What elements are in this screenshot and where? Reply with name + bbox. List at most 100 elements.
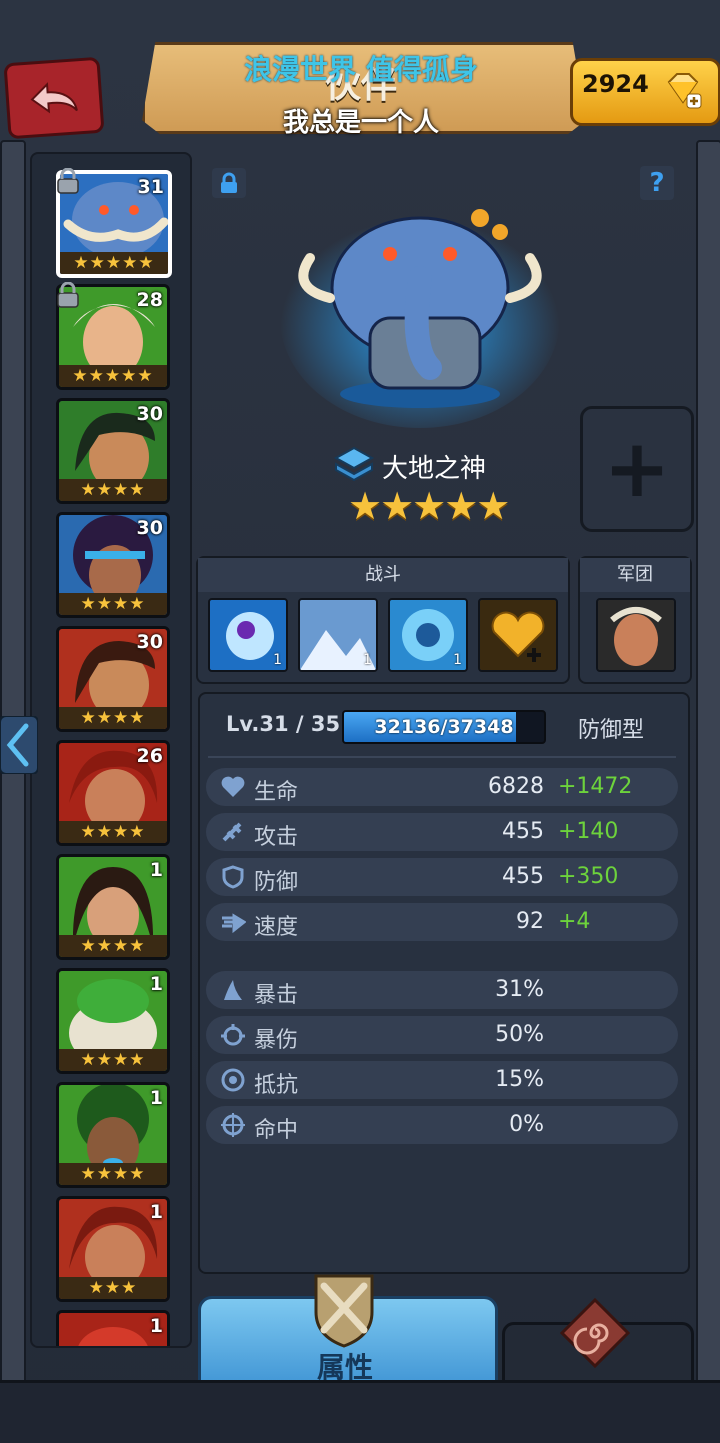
xp-progress-bar: 32136/37348: [342, 710, 546, 744]
stat-row-hp: 生命 6828 +1472: [206, 768, 678, 806]
hero-card[interactable]: 30 ★★★★: [56, 398, 170, 504]
stat-label: 生命: [254, 780, 299, 805]
skill-slot[interactable]: 1: [208, 598, 288, 672]
combat-section-title: 战斗: [198, 558, 568, 592]
skill-slot[interactable]: [478, 598, 558, 672]
gem-count: 2924: [582, 70, 649, 98]
hero-stars: ★★★★: [59, 707, 167, 729]
stat-value: 31%: [495, 977, 544, 1002]
skill-slot[interactable]: 1: [298, 598, 378, 672]
stat-label: 速度: [254, 915, 299, 940]
bottom-bar: [0, 1380, 720, 1443]
stat-row-attack: 攻击 455 +140: [206, 813, 678, 851]
add-equipment-slot[interactable]: +: [580, 406, 694, 532]
hero-level-text: Lv.31 / 35: [226, 712, 341, 736]
stat-label: 防御: [254, 870, 299, 895]
caption-overlay-bottom: 我总是一个人: [282, 108, 439, 138]
hero-card[interactable]: 30 ★★★★: [56, 512, 170, 618]
stat-value: 455: [502, 819, 544, 844]
stat-row-speed: 速度 92 +4: [206, 903, 678, 941]
collapse-list-arrow-icon[interactable]: [0, 716, 38, 774]
skill-level: 1: [363, 652, 372, 668]
stat-value: 15%: [495, 1067, 544, 1092]
hero-level: 26: [136, 745, 163, 767]
hero-model-elephant: [280, 208, 560, 428]
hero-stars: ★★★★★: [60, 252, 168, 274]
resist-icon: [221, 1068, 245, 1092]
legion-warrior-icon: [598, 600, 674, 670]
stat-row-crit-damage: 暴伤 50%: [206, 1016, 678, 1054]
stat-label: 暴击: [254, 983, 299, 1008]
help-button[interactable]: ?: [640, 166, 674, 200]
crit-icon: [224, 980, 242, 1000]
hero-stars: ★★★★: [59, 593, 167, 615]
stat-value: 50%: [495, 1022, 544, 1047]
hero-list[interactable]: 31 ★★★★★ 28 ★★★★★ 30 ★★★★ 30 ★★★★ 30 ★★★…: [30, 152, 192, 1348]
hero-name-row: 大地之神: [332, 446, 486, 486]
hero-level: 28: [136, 289, 163, 311]
hero-stars: ★★★★: [59, 1049, 167, 1071]
attack-icon: [222, 822, 242, 842]
hero-card[interactable]: 30 ★★★★: [56, 626, 170, 732]
hero-card[interactable]: 1 ★★★★: [56, 968, 170, 1074]
legion-section-title: 军团: [580, 558, 690, 592]
hero-role: 防御型: [578, 718, 645, 743]
lock-icon: [57, 282, 79, 308]
stat-bonus: +4: [558, 909, 591, 934]
stat-label: 抵抗: [254, 1073, 299, 1098]
hero-card[interactable]: 1 ★★★★: [56, 854, 170, 960]
legion-slot[interactable]: [596, 598, 676, 672]
hero-level: 30: [136, 517, 163, 539]
hero-level: 30: [136, 403, 163, 425]
heart-icon: [221, 776, 245, 797]
hero-card[interactable]: 1 ★★★: [56, 1196, 170, 1302]
hero-level: 1: [149, 1087, 163, 1109]
hero-stars: ★★★★: [59, 935, 167, 957]
lock-hero-button[interactable]: [212, 168, 246, 198]
accuracy-icon: [221, 1113, 245, 1137]
stat-label: 攻击: [254, 825, 299, 850]
stat-value: 455: [502, 864, 544, 889]
hero-level: 1: [149, 973, 163, 995]
hero-stars: ★★★★★: [59, 365, 167, 387]
hero-level: 31: [137, 176, 164, 198]
hero-level: 30: [136, 631, 163, 653]
skill-level: 1: [273, 652, 282, 668]
stat-bonus: +140: [558, 819, 619, 844]
lock-icon: [57, 168, 79, 194]
hero-level: 1: [149, 1315, 163, 1337]
back-arrow-icon: [30, 82, 78, 114]
lock-icon: [221, 172, 237, 193]
hero-stars: ★★★★: [59, 821, 167, 843]
stat-value: 6828: [488, 774, 544, 799]
hero-card[interactable]: 1: [56, 1310, 170, 1346]
spiral-rune-icon: [560, 1298, 630, 1368]
stat-value: 0%: [509, 1112, 544, 1137]
hero-card[interactable]: 1 ★★★★: [56, 1082, 170, 1188]
crossed-swords-shield-icon: [314, 1274, 374, 1348]
combat-skills-section: 战斗 1 1 1: [196, 556, 570, 684]
stat-label: 命中: [254, 1118, 299, 1143]
stat-row-crit: 暴击 31%: [206, 971, 678, 1009]
hero-card[interactable]: 26 ★★★★: [56, 740, 170, 846]
stat-row-accuracy: 命中 0%: [206, 1106, 678, 1144]
heart-plus-skill-icon: [480, 600, 556, 670]
caption-overlay-top: 浪漫世界 值得孤身: [244, 53, 478, 86]
hero-stars: ★★★★: [59, 479, 167, 501]
skill-slot[interactable]: 1: [388, 598, 468, 672]
crit-damage-icon: [221, 1024, 245, 1046]
stat-bonus: +350: [558, 864, 619, 889]
back-button[interactable]: [3, 56, 105, 140]
right-stone-border: [696, 140, 720, 1384]
stat-value: 92: [516, 909, 544, 934]
hero-stars: ★★★: [59, 1277, 167, 1299]
stat-row-defense: 防御 455 +350: [206, 858, 678, 896]
stat-row-resist: 抵抗 15%: [206, 1061, 678, 1099]
stat-label: 暴伤: [254, 1028, 299, 1053]
hero-stars: ★★★★: [59, 1163, 167, 1185]
xp-text: 32136/37348: [374, 716, 514, 738]
gem-plus-icon[interactable]: [663, 70, 703, 110]
skill-level: 1: [453, 652, 462, 668]
hero-level: 1: [149, 1201, 163, 1223]
speed-icon: [222, 913, 246, 934]
